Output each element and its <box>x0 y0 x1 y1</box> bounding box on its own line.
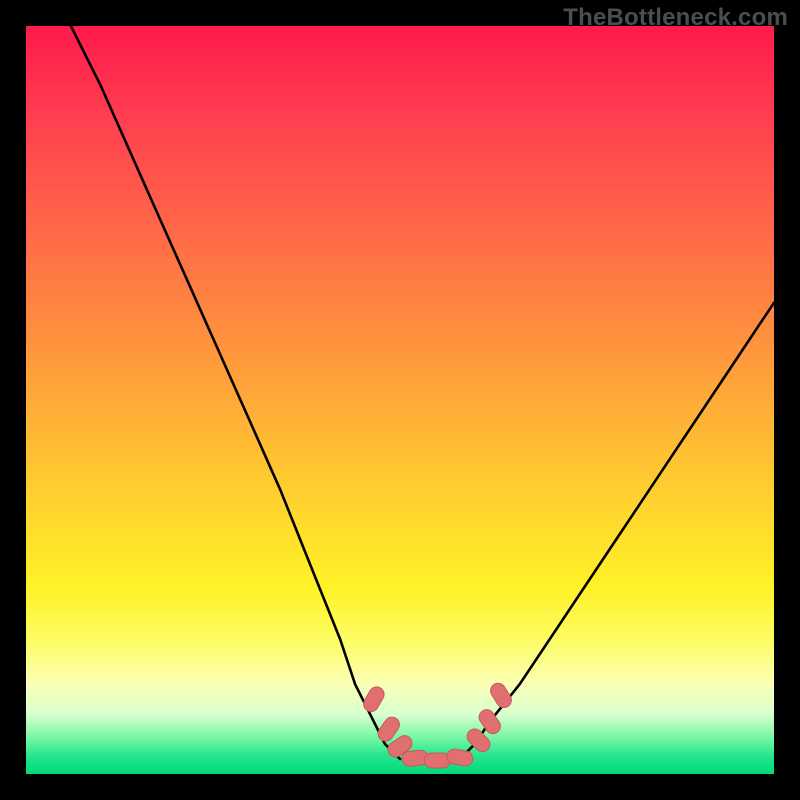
chart-overlay-svg <box>26 26 774 774</box>
bead-bottom-2 <box>424 753 450 768</box>
bead-right-3 <box>488 680 514 710</box>
chart-frame: TheBottleneck.com <box>0 0 800 800</box>
marker-group <box>361 680 514 768</box>
gradient-plot-area <box>26 26 774 774</box>
curve-group <box>71 26 774 759</box>
curve-left-curve <box>71 26 400 759</box>
bead-left-1 <box>361 684 387 714</box>
watermark-text: TheBottleneck.com <box>563 4 788 32</box>
